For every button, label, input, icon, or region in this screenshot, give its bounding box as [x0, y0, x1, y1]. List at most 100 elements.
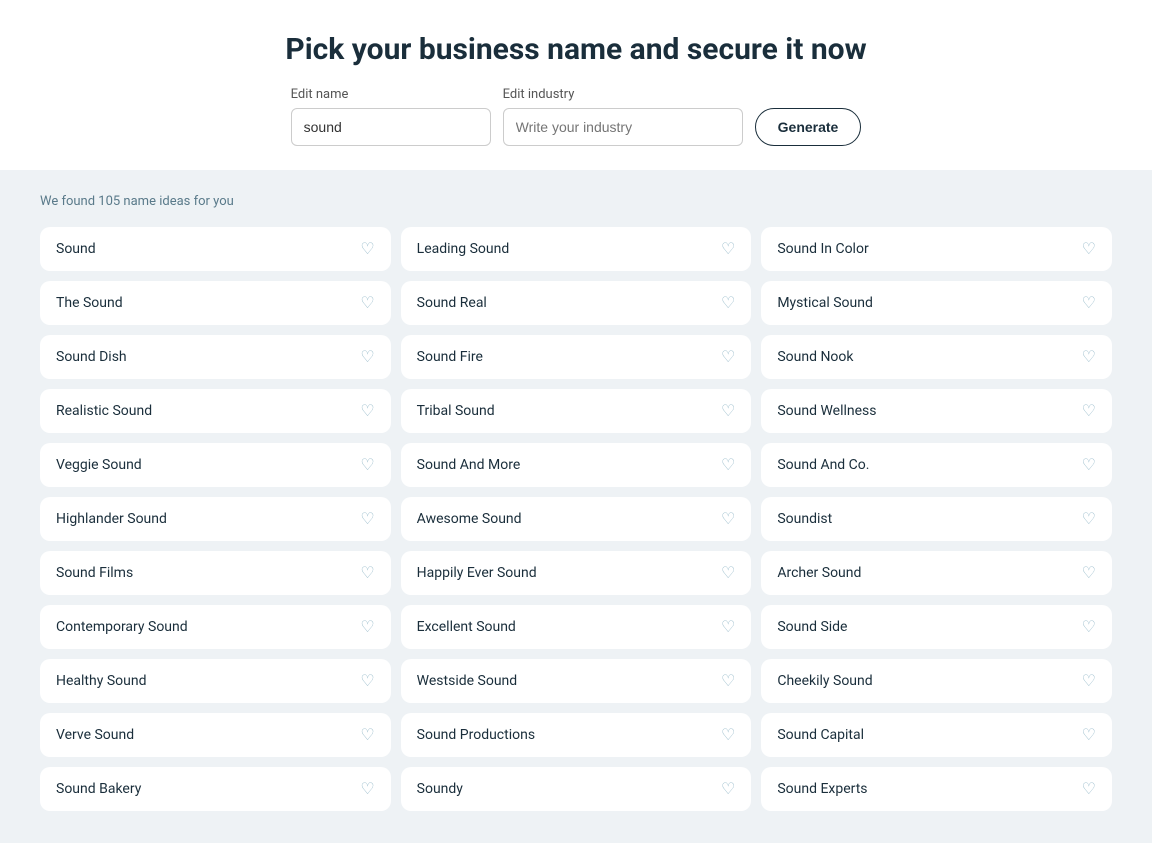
heart-icon[interactable]: ♡ [360, 619, 374, 635]
name-card[interactable]: Healthy Sound ♡ [40, 659, 391, 703]
name-card[interactable]: Archer Sound ♡ [761, 551, 1112, 595]
heart-icon[interactable]: ♡ [721, 727, 735, 743]
name-card[interactable]: Sound Nook♡ [761, 335, 1112, 379]
heart-icon[interactable]: ♡ [360, 673, 374, 689]
heart-icon[interactable]: ♡ [1082, 781, 1096, 797]
edit-industry-group: Edit industry [503, 87, 743, 146]
heart-icon[interactable]: ♡ [360, 349, 374, 365]
heart-icon[interactable]: ♡ [1082, 511, 1096, 527]
generate-button[interactable]: Generate [755, 108, 862, 146]
name-card-label: Happily Ever Sound [417, 565, 537, 581]
name-card-label: Mystical Sound [777, 295, 873, 311]
name-card-label: Sound Capital [777, 727, 864, 743]
name-card[interactable]: The Sound♡ [40, 281, 391, 325]
name-card[interactable]: Highlander Sound ♡ [40, 497, 391, 541]
name-card[interactable]: Sound ♡ [40, 227, 391, 271]
name-card-label: Verve Sound [56, 727, 134, 743]
heart-icon[interactable]: ♡ [1082, 727, 1096, 743]
heart-icon[interactable]: ♡ [721, 241, 735, 257]
name-card-label: Sound [56, 241, 96, 257]
name-card[interactable]: Contemporary Sound♡ [40, 605, 391, 649]
heart-icon[interactable]: ♡ [1082, 349, 1096, 365]
edit-name-input[interactable] [291, 108, 491, 146]
name-card[interactable]: Cheekily Sound ♡ [761, 659, 1112, 703]
name-card[interactable]: Sound Real ♡ [401, 281, 752, 325]
edit-name-label: Edit name [291, 87, 349, 102]
name-card[interactable]: Excellent Sound ♡ [401, 605, 752, 649]
name-card[interactable]: Awesome Sound♡ [401, 497, 752, 541]
name-card[interactable]: Sound Dish ♡ [40, 335, 391, 379]
name-card-label: Sound Films [56, 565, 133, 581]
edit-industry-label: Edit industry [503, 87, 575, 102]
heart-icon[interactable]: ♡ [360, 241, 374, 257]
name-card[interactable]: Leading Sound ♡ [401, 227, 752, 271]
heart-icon[interactable]: ♡ [1082, 565, 1096, 581]
name-card[interactable]: Sound And More ♡ [401, 443, 752, 487]
name-card[interactable]: Sound Side♡ [761, 605, 1112, 649]
name-card[interactable]: Sound Productions ♡ [401, 713, 752, 757]
heart-icon[interactable]: ♡ [721, 511, 735, 527]
heart-icon[interactable]: ♡ [721, 673, 735, 689]
heart-icon[interactable]: ♡ [721, 619, 735, 635]
results-count: We found 105 name ideas for you [40, 194, 1112, 209]
name-card-label: Sound Real [417, 295, 487, 311]
heart-icon[interactable]: ♡ [1082, 241, 1096, 257]
heart-icon[interactable]: ♡ [360, 457, 374, 473]
name-card[interactable]: Happily Ever Sound ♡ [401, 551, 752, 595]
name-card-label: Healthy Sound [56, 673, 146, 689]
heart-icon[interactable]: ♡ [721, 403, 735, 419]
name-card[interactable]: Westside Sound♡ [401, 659, 752, 703]
controls-row: Edit name Edit industry Generate [20, 87, 1132, 146]
name-card-label: Excellent Sound [417, 619, 516, 635]
heart-icon[interactable]: ♡ [721, 457, 735, 473]
header-section: Pick your business name and secure it no… [0, 0, 1152, 170]
name-card[interactable]: Soundy ♡ [401, 767, 752, 811]
heart-icon[interactable]: ♡ [360, 511, 374, 527]
name-card[interactable]: Sound Experts♡ [761, 767, 1112, 811]
heart-icon[interactable]: ♡ [721, 295, 735, 311]
heart-icon[interactable]: ♡ [721, 565, 735, 581]
name-card-label: Sound And More [417, 457, 521, 473]
name-card-label: Sound And Co. [777, 457, 869, 473]
name-card-label: Sound In Color [777, 241, 868, 257]
name-card[interactable]: Mystical Sound ♡ [761, 281, 1112, 325]
name-card[interactable]: Sound In Color ♡ [761, 227, 1112, 271]
name-card-label: Sound Fire [417, 349, 483, 365]
name-card[interactable]: Realistic Sound♡ [40, 389, 391, 433]
name-card-label: Sound Productions [417, 727, 535, 743]
name-card-label: Sound Bakery [56, 781, 141, 797]
heart-icon[interactable]: ♡ [1082, 295, 1096, 311]
name-grid: Sound ♡ Leading Sound ♡ Sound In Color ♡ The S… [40, 227, 1112, 811]
name-card-label: Soundy [417, 781, 463, 797]
name-card-label: Sound Dish [56, 349, 127, 365]
name-card[interactable]: Verve Sound ♡ [40, 713, 391, 757]
heart-icon[interactable]: ♡ [1082, 457, 1096, 473]
name-card[interactable]: Sound Fire ♡ [401, 335, 752, 379]
name-card-label: Archer Sound [777, 565, 861, 581]
name-card[interactable]: Sound Films ♡ [40, 551, 391, 595]
name-card-label: Highlander Sound [56, 511, 167, 527]
heart-icon[interactable]: ♡ [360, 727, 374, 743]
name-card-label: Tribal Sound [417, 403, 495, 419]
heart-icon[interactable]: ♡ [1082, 619, 1096, 635]
heart-icon[interactable]: ♡ [1082, 673, 1096, 689]
heart-icon[interactable]: ♡ [360, 565, 374, 581]
name-card[interactable]: Veggie Sound ♡ [40, 443, 391, 487]
heart-icon[interactable]: ♡ [1082, 403, 1096, 419]
heart-icon[interactable]: ♡ [721, 349, 735, 365]
name-card[interactable]: Sound Capital ♡ [761, 713, 1112, 757]
name-card[interactable]: Soundist♡ [761, 497, 1112, 541]
heart-icon[interactable]: ♡ [360, 781, 374, 797]
name-card[interactable]: Tribal Sound ♡ [401, 389, 752, 433]
edit-industry-input[interactable] [503, 108, 743, 146]
page-title: Pick your business name and secure it no… [20, 32, 1132, 67]
name-card[interactable]: Sound And Co. ♡ [761, 443, 1112, 487]
heart-icon[interactable]: ♡ [360, 295, 374, 311]
heart-icon[interactable]: ♡ [721, 781, 735, 797]
name-card-label: Cheekily Sound [777, 673, 872, 689]
name-card-label: Leading Sound [417, 241, 510, 257]
name-card-label: Veggie Sound [56, 457, 142, 473]
heart-icon[interactable]: ♡ [360, 403, 374, 419]
name-card[interactable]: Sound Wellness♡ [761, 389, 1112, 433]
name-card[interactable]: Sound Bakery ♡ [40, 767, 391, 811]
